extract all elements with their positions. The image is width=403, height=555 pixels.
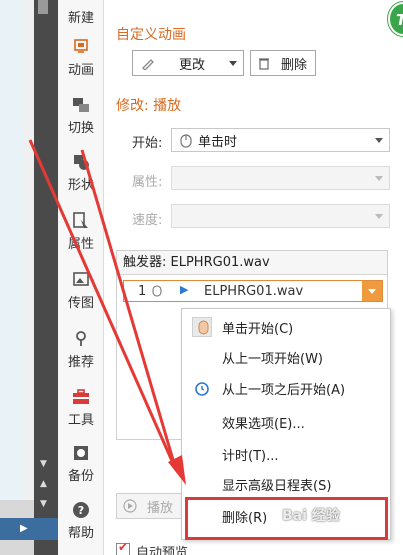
sidebar-item-label: 切换 [67,121,94,136]
mouse-icon [152,285,162,301]
sidebar-item-shape[interactable]: 形状 [58,153,104,193]
menu-item-label: 从上一项开始(W) [222,351,323,367]
play-triangle-icon[interactable]: ▶ [20,523,28,534]
upload-image-icon [72,271,90,289]
help-icon: ? [72,501,90,519]
sidebar-item-label: 形状 [67,178,94,193]
backup-icon [72,444,90,462]
play-circle-icon [123,499,137,517]
menu-item-advanced-timeline[interactable]: 显示高级日程表(S) [182,469,390,499]
start-label: 开始: [132,136,163,151]
sidebar-item-help[interactable]: ? 帮助 [58,501,104,541]
sidebar-item-tools[interactable]: 工具 [58,388,104,428]
sidebar-item-animation[interactable]: 动画 [58,38,104,78]
play-effect-icon: ▶ [180,283,189,296]
speed-label: 速度: [132,213,163,228]
recommend-icon [72,330,90,348]
delete-label: 删除 [281,57,308,73]
sidebar-item-label: 帮助 [67,526,94,541]
chevron-down-icon [375,176,383,181]
checkmark-icon: ✔ [118,540,129,554]
scroll-rail: ▼ ▲ ▼ [34,0,58,555]
scroll-down-double-icon[interactable]: ▼ [40,500,47,509]
play-button[interactable]: 播放 [116,493,186,519]
property-label: 属性: [132,175,163,190]
scroll-up-double-icon[interactable]: ▲ [40,480,47,489]
animation-icon [72,38,90,56]
transition-icon [72,96,90,114]
change-effect-button[interactable]: 更改 [132,50,244,76]
menu-item-label: 计时(T)... [222,448,279,464]
menu-item-click-start[interactable]: 单击开始(C) [182,312,390,342]
menu-item-effect-options[interactable]: 效果选项(E)... [182,407,390,437]
toolbox-icon [72,388,90,406]
menu-item-after-previous[interactable]: 从上一项之后开始(A) [182,373,390,403]
slide-canvas-area [0,0,34,555]
chevron-down-icon [375,214,383,219]
animation-list-item[interactable]: 1 ▶ ELPHRG01.wav [123,280,383,302]
change-label: 更改 [179,57,206,73]
sidebar-item-label: 新建 [67,11,94,26]
item-dropdown-button[interactable] [362,281,382,301]
mouse-icon [180,134,192,152]
list-item-index: 1 [138,283,147,299]
speed-select[interactable] [171,204,390,228]
sidebar-item-backup[interactable]: 备份 [58,444,104,484]
slide-canvas[interactable] [0,0,24,500]
property-select[interactable] [171,166,390,190]
menu-item-label: 从上一项之后开始(A) [222,382,346,398]
autopreview-checkbox[interactable]: ✔ [116,540,130,555]
sidebar-item-transition[interactable]: 切换 [58,96,104,136]
pencil-icon [141,56,155,74]
custom-animation-title: 自定义动画 [116,27,186,43]
menu-item-label: 单击开始(C) [222,321,294,337]
task-pane-sidebar: 新建 动画 切换 形状 属性 传图 推荐 工具 备份 ? 帮助 [58,0,104,555]
svg-text:?: ? [78,504,84,517]
sidebar-item-upload[interactable]: 传图 [58,271,104,311]
chevron-down-icon [229,61,237,66]
sidebar-item-label: 备份 [67,469,94,484]
scroll-down-icon[interactable]: ▼ [40,460,47,469]
sidebar-item-label: 动画 [67,63,94,78]
scroll-thumb[interactable] [38,0,48,14]
list-item-name: ELPHRG01.wav [204,283,304,299]
delete-effect-button[interactable]: 删除 [250,50,316,76]
menu-item-with-previous[interactable]: 从上一项开始(W) [182,342,390,372]
status-strip: ▶ [0,518,58,540]
mouse-icon [192,317,212,337]
sidebar-item-label: 工具 [67,413,94,428]
watermark: Bai 经验 [282,508,340,524]
vertical-scrollbar[interactable] [24,0,34,500]
properties-icon [72,212,90,230]
modify-title: 修改: 播放 [116,98,182,114]
sidebar-item-recommend[interactable]: 推荐 [58,330,104,370]
clock-icon [192,378,212,398]
sidebar-item-label: 属性 [67,237,94,252]
start-value: 单击时 [198,134,238,150]
trigger-header: 触发器: ELPHRG01.wav [117,251,387,275]
autopreview-label: 自动预览 [136,546,189,555]
trash-icon [257,56,271,74]
chevron-down-icon [375,138,383,143]
shape-icon [72,153,90,171]
start-select[interactable]: 单击时 [171,128,390,152]
menu-item-timing[interactable]: 计时(T)... [182,439,390,469]
play-label: 播放 [147,500,174,516]
menu-item-label: 显示高级日程表(S) [222,478,332,494]
sidebar-item-label: 传图 [67,296,94,311]
sidebar-item-new[interactable]: 新建 [58,4,104,26]
sidebar-item-properties[interactable]: 属性 [58,212,104,252]
sidebar-item-label: 推荐 [67,355,94,370]
menu-item-label: 效果选项(E)... [222,416,305,432]
